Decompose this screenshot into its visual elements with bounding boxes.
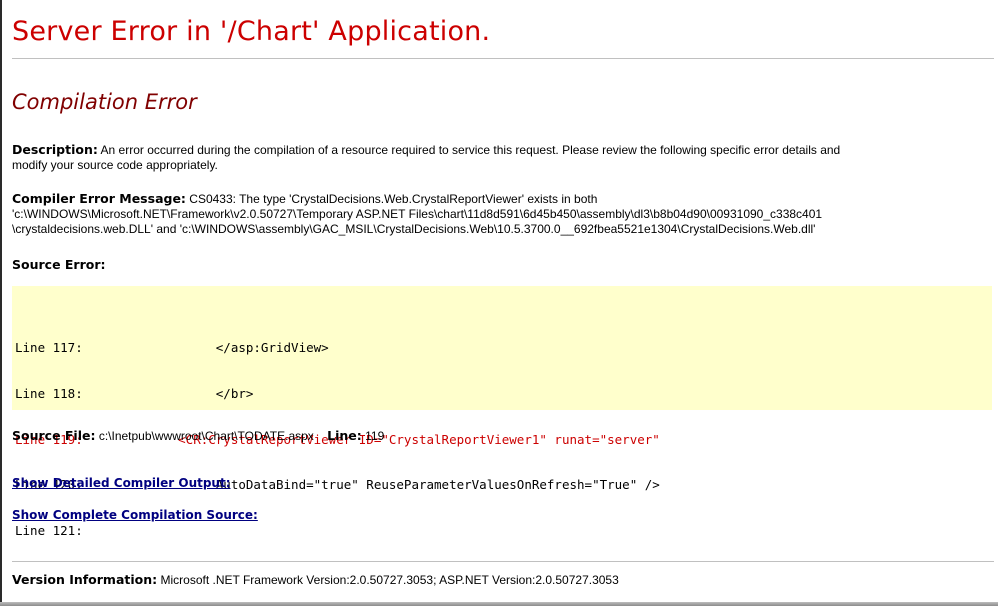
title-divider — [12, 58, 994, 59]
source-file-label: Source File: — [12, 428, 96, 443]
compiler-error-line3: \crystaldecisions.web.DLL' and 'c:\WINDO… — [12, 222, 816, 236]
version-text: Microsoft .NET Framework Version:2.0.507… — [160, 573, 619, 587]
code-line-121: Line 121: — [15, 523, 660, 538]
line-number: Line 121: — [15, 522, 83, 538]
version-label: Version Information: — [12, 572, 158, 587]
compiler-error-label: Compiler Error Message: — [12, 191, 186, 206]
source-line-label: Line: — [327, 428, 362, 443]
code-line-118: Line 118: </br> — [15, 386, 660, 401]
source-error-heading: Source Error: — [12, 257, 994, 273]
compiler-error-line2: 'c:\WINDOWS\Microsoft.NET\Framework\v2.0… — [12, 207, 823, 221]
source-file-path: c:\Inetpub\wwwroot\Chart\TODATE.aspx — [98, 429, 314, 443]
description-text-line2: modify your source code appropriately. — [12, 158, 218, 172]
error-subtitle: Compilation Error — [12, 90, 197, 114]
description-label: Description: — [12, 142, 98, 157]
version-divider — [12, 561, 994, 562]
description-section: Description: An error occurred during th… — [12, 142, 994, 173]
version-section: Version Information: Microsoft .NET Fram… — [12, 572, 994, 588]
description-text-line1: An error occurred during the compilation… — [100, 143, 841, 157]
compiler-error-section: Compiler Error Message: CS0433: The type… — [12, 191, 994, 237]
show-detailed-compiler-output-link[interactable]: Show Detailed Compiler Output: — [12, 476, 231, 490]
code-line-117: Line 117: </asp:GridView> — [15, 340, 660, 355]
source-code-box: Line 117: </asp:GridView> Line 118: </br… — [12, 286, 992, 538]
line-number: Line 118: — [15, 386, 83, 402]
line-number: Line 117: — [15, 340, 83, 356]
show-complete-compilation-source-link[interactable]: Show Complete Compilation Source: — [12, 508, 258, 522]
source-line-number: 119 — [365, 429, 385, 443]
compiler-error-line1: CS0433: The type 'CrystalDecisions.Web.C… — [189, 192, 598, 206]
source-error-label: Source Error: — [12, 257, 106, 272]
window-left-border — [0, 0, 2, 606]
window-bottom-edge — [0, 602, 998, 606]
page-title: Server Error in '/Chart' Application. — [12, 16, 491, 47]
line-code: </br> — [133, 386, 254, 402]
source-file-section: Source File: c:\Inetpub\wwwroot\Chart\TO… — [12, 428, 994, 444]
line-code: </asp:GridView> — [133, 340, 329, 356]
